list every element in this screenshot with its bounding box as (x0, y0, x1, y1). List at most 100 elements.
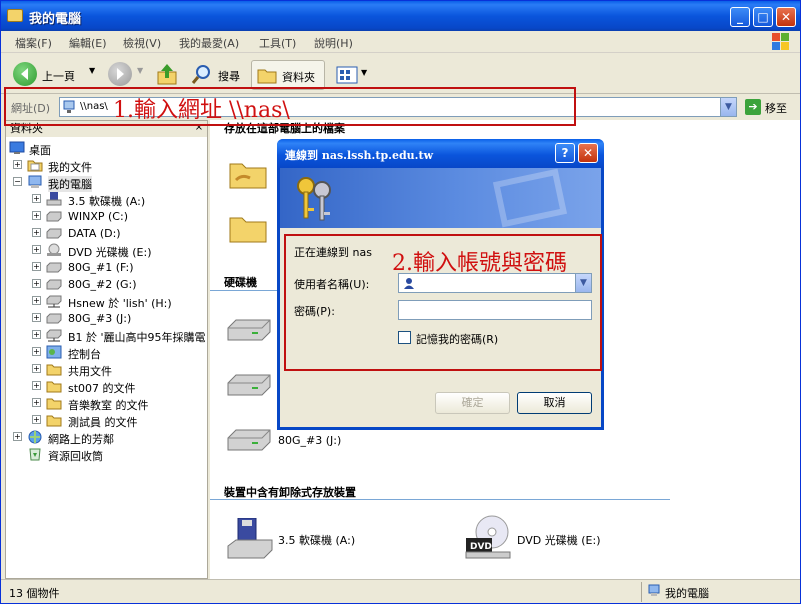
my-computer-icon (27, 175, 43, 189)
minimize-button[interactable]: _ (730, 7, 750, 27)
drive-label[interactable]: DVD 光碟機 (E:) (517, 532, 601, 548)
drive-label[interactable]: 3.5 軟碟機 (A:) (278, 532, 355, 548)
tree-item-label: 音樂教室 的文件 (68, 399, 149, 412)
window-title: 我的電腦 (29, 12, 82, 27)
up-folder-icon[interactable] (156, 62, 178, 86)
help-button[interactable]: ? (555, 143, 575, 163)
hard-drive-icon[interactable] (226, 371, 272, 397)
hard-drive-icon[interactable] (226, 426, 272, 452)
dvd-drive-icon (46, 243, 62, 257)
expand-icon[interactable]: + (32, 211, 41, 220)
my-computer-icon (647, 584, 661, 598)
back-button-label[interactable]: 上一頁 (42, 68, 75, 84)
section-divider (210, 290, 277, 291)
dialog-title: 連線到 nas.lssh.tp.edu.tw (285, 149, 434, 162)
tree-item-label: 資源回收筒 (48, 450, 103, 463)
views-icon[interactable] (336, 66, 358, 84)
dvd-drive-icon[interactable]: DVD (464, 514, 512, 560)
expand-icon[interactable]: + (32, 296, 41, 305)
expand-icon[interactable]: + (32, 381, 41, 390)
floppy-icon[interactable] (226, 517, 274, 560)
hard-drive-icon (46, 209, 62, 223)
maximize-button[interactable]: □ (753, 7, 773, 27)
dialog-close-button[interactable]: ✕ (578, 143, 598, 163)
menu-help[interactable]: 說明(H) (314, 35, 353, 51)
tree-item-label: 80G_#2 (G:) (68, 278, 137, 291)
expand-icon[interactable]: + (32, 347, 41, 356)
tree-item-label: 我的電腦 (48, 176, 92, 192)
my-documents-icon (27, 158, 43, 172)
expand-icon[interactable]: + (13, 432, 22, 441)
expand-icon[interactable]: + (32, 194, 41, 203)
section-title-removable: 裝置中含有卸除式存放裝置 (224, 486, 356, 499)
tree-item-label: Hsnew 於 'lish' (H:) (68, 297, 172, 310)
status-divider (641, 582, 642, 602)
folders-panel: 資料夾 × 桌面 + 我的文件 − 我的電腦 + 3.5 軟碟機 (A:) + … (5, 120, 208, 579)
tree-item-label: B1 於 '麗山高中95年採購電 (68, 331, 206, 344)
cancel-button[interactable]: 取消 (517, 392, 592, 414)
menu-tools[interactable]: 工具(T) (259, 35, 296, 51)
go-button-label[interactable]: 移至 (765, 100, 787, 116)
title-bar[interactable]: 我的電腦 _ □ ✕ (1, 1, 800, 31)
section-divider (210, 499, 670, 500)
close-button[interactable]: ✕ (776, 7, 796, 27)
search-button-label[interactable]: 搜尋 (218, 68, 240, 84)
status-location: 我的電腦 (665, 587, 709, 600)
section-title-hdd: 硬碟機 (224, 276, 257, 289)
svg-text:DVD: DVD (470, 542, 492, 552)
expand-icon[interactable]: + (13, 160, 22, 169)
status-count: 13 個物件 (9, 587, 60, 600)
tree-item-label: 80G_#3 (J:) (68, 312, 132, 325)
drive-label[interactable]: 80G_#3 (J:) (278, 434, 341, 447)
menu-bar: 檔案(F) 編輯(E) 檢視(V) 我的最愛(A) 工具(T) 說明(H) (1, 31, 800, 53)
back-dropdown-icon[interactable]: ▼ (89, 66, 95, 75)
recycle-bin-icon (27, 447, 43, 461)
tree-item-label: DATA (D:) (68, 227, 121, 240)
tree-item-label: DVD 光碟機 (E:) (68, 246, 152, 259)
hard-drive-icon[interactable] (226, 316, 272, 342)
forward-arrow-icon[interactable] (108, 62, 132, 86)
back-arrow-icon[interactable] (13, 62, 37, 86)
tree-item-label: 3.5 軟碟機 (A:) (68, 195, 146, 208)
network-places-icon (27, 430, 43, 444)
folder-icon (46, 396, 62, 410)
ok-button[interactable]: 確定 (435, 392, 510, 414)
expand-icon[interactable]: + (32, 313, 41, 322)
tree-item-label: 桌面 (29, 144, 51, 157)
tree-item-label: 共用文件 (68, 365, 112, 378)
menu-favorites[interactable]: 我的最愛(A) (179, 35, 239, 51)
expand-icon[interactable]: + (32, 398, 41, 407)
collapse-icon[interactable]: − (13, 177, 22, 186)
views-dropdown-icon[interactable]: ▼ (361, 68, 367, 77)
forward-dropdown-icon[interactable]: ▼ (137, 66, 143, 75)
menu-view[interactable]: 檢視(V) (123, 35, 161, 51)
folder-icon (46, 362, 62, 376)
expand-icon[interactable]: + (32, 415, 41, 424)
explorer-window: 我的電腦 _ □ ✕ 檔案(F) 編輯(E) 檢視(V) 我的最愛(A) 工具(… (0, 0, 801, 604)
expand-icon[interactable]: + (32, 330, 41, 339)
tree-item-label: 測試員 的文件 (68, 416, 138, 429)
folder-icon (7, 9, 23, 22)
expand-icon[interactable]: + (32, 262, 41, 271)
desktop-icon (9, 141, 25, 155)
go-arrow-icon[interactable]: ➔ (745, 99, 761, 115)
search-icon[interactable] (191, 63, 213, 85)
dialog-title-bar[interactable]: 連線到 nas.lssh.tp.edu.tw ? ✕ (277, 139, 604, 168)
expand-icon[interactable]: + (32, 245, 41, 254)
folder-icon[interactable] (228, 212, 268, 244)
menu-edit[interactable]: 編輯(E) (69, 35, 107, 51)
expand-icon[interactable]: + (32, 279, 41, 288)
folder-icon (46, 379, 62, 393)
menu-file[interactable]: 檔案(F) (15, 35, 52, 51)
tree-item-label: WINXP (C:) (68, 210, 128, 223)
shared-folder-icon[interactable] (228, 158, 268, 190)
folders-button-label: 資料夾 (282, 71, 315, 84)
hard-drive-icon (46, 311, 62, 325)
expand-icon[interactable]: + (32, 228, 41, 237)
annotation-step2: 2.輸入帳號與密碼 (392, 251, 567, 276)
folder-icon (46, 413, 62, 427)
folders-button[interactable]: 資料夾 (251, 60, 325, 90)
network-drive-icon (46, 294, 62, 308)
address-dropdown-icon[interactable]: ▼ (720, 98, 736, 116)
expand-icon[interactable]: + (32, 364, 41, 373)
